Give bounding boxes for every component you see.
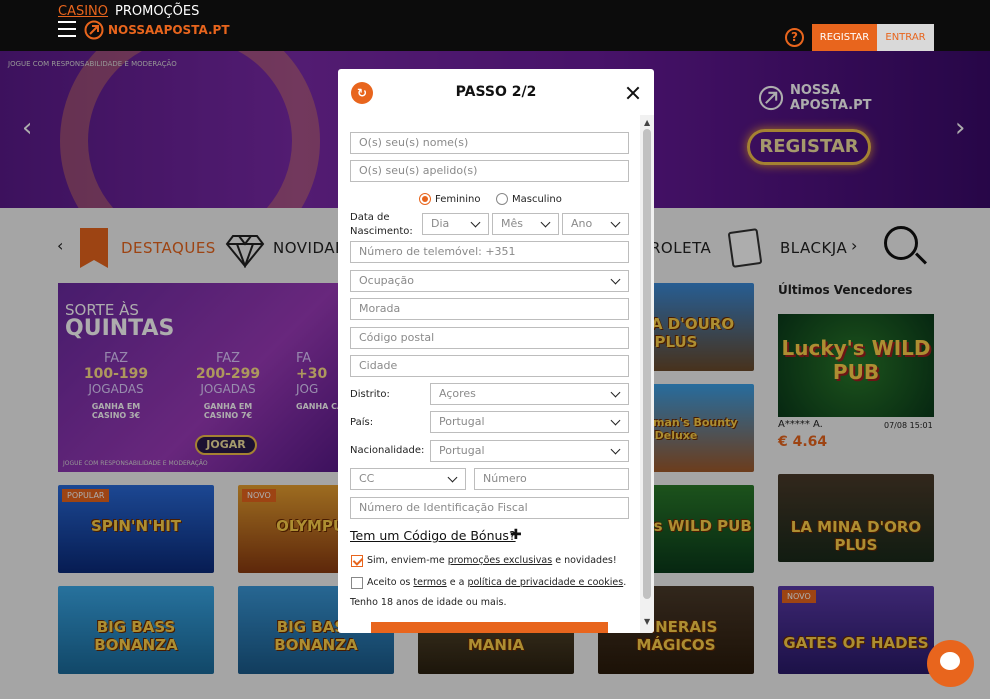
terms-text-mid: e a (446, 577, 468, 588)
nif-input[interactable]: Número de Identificação Fiscal (350, 497, 629, 519)
occupation-select[interactable]: Ocupação (350, 270, 629, 292)
help-icon[interactable]: ? (785, 28, 804, 47)
district-label: Distrito: (350, 389, 390, 400)
register-button[interactable]: REGISTAR (812, 24, 877, 51)
country-label: País: (350, 417, 374, 428)
modal-scrollbar[interactable]: ▲ ▼ (640, 115, 654, 633)
close-icon[interactable] (626, 86, 640, 100)
bonus-code-link[interactable]: Tem um Código de Bónus? (350, 528, 516, 543)
document-number-input[interactable]: Número (474, 468, 629, 490)
top-bar: CASINO PROMOÇÕES NOSSAAPOSTA.PT ? REGIST… (0, 0, 990, 51)
gender-female-label: Feminino (435, 194, 481, 205)
logo-mark-icon (84, 20, 104, 40)
nav-casino-link[interactable]: CASINO (58, 4, 108, 19)
gender-female-radio[interactable] (419, 193, 431, 205)
terms-checkbox[interactable] (351, 577, 363, 589)
promotions-text-pre: Sim, enviem-me (367, 555, 448, 566)
document-type-select[interactable]: CC (350, 468, 466, 490)
postal-code-input[interactable]: Código postal (350, 327, 629, 349)
terms-text-post: . (623, 577, 627, 588)
site-logo[interactable]: NOSSAAPOSTA.PT (84, 20, 230, 40)
birth-year-select[interactable]: Ano (562, 213, 629, 235)
first-name-input[interactable]: O(s) seu(s) nome(s) (350, 132, 629, 154)
privacy-link[interactable]: política de privacidade e cookies (467, 577, 623, 588)
promotions-checkbox[interactable] (351, 555, 363, 567)
scroll-down-icon[interactable]: ▼ (644, 617, 650, 626)
phone-input[interactable]: Número de telemóvel: +351 (350, 241, 629, 263)
modal-title: PASSO 2/2 (455, 84, 537, 100)
birth-date-label: Data de Nascimento: (350, 212, 413, 237)
login-button[interactable]: ENTRAR (877, 24, 934, 51)
district-select[interactable]: Açores (430, 383, 629, 405)
scroll-up-icon[interactable]: ▲ (644, 118, 650, 127)
birth-day-select[interactable]: Dia (422, 213, 489, 235)
terms-checkbox-label: Aceito os termos e a política de privaci… (367, 577, 626, 588)
registration-modal: ↻ PASSO 2/2 O(s) seu(s) nome(s) O(s) seu… (338, 69, 654, 633)
chat-bubble-icon[interactable] (927, 640, 974, 687)
city-input[interactable]: Cidade (350, 355, 629, 377)
nav-promocoes-link[interactable]: PROMOÇÕES (115, 4, 199, 19)
terms-link[interactable]: termos (413, 577, 446, 588)
nationality-select[interactable]: Portugal (430, 440, 629, 462)
bonus-plus-icon[interactable]: ✚ (510, 527, 522, 543)
gender-male-radio[interactable] (496, 193, 508, 205)
terms-text-pre: Aceito os (367, 577, 414, 588)
gender-male-label: Masculino (512, 194, 562, 205)
scroll-thumb[interactable] (643, 129, 651, 599)
birth-month-select[interactable]: Mês (492, 213, 559, 235)
hamburger-menu-icon[interactable] (58, 21, 76, 37)
age-confirmation-text: Tenho 18 anos de idade ou mais. (350, 597, 507, 608)
last-name-input[interactable]: O(s) seu(s) apelido(s) (350, 160, 629, 182)
promotions-link[interactable]: promoções exclusivas (448, 555, 552, 566)
logo-text: NOSSAAPOSTA.PT (108, 23, 230, 37)
address-input[interactable]: Morada (350, 298, 629, 320)
country-select[interactable]: Portugal (430, 411, 629, 433)
submit-button[interactable] (371, 622, 608, 633)
promotions-text-post: e novidades! (552, 555, 617, 566)
nationality-label: Nacionalidade: (350, 445, 425, 456)
promotions-checkbox-label: Sim, enviem-me promoções exclusivas e no… (367, 555, 617, 566)
